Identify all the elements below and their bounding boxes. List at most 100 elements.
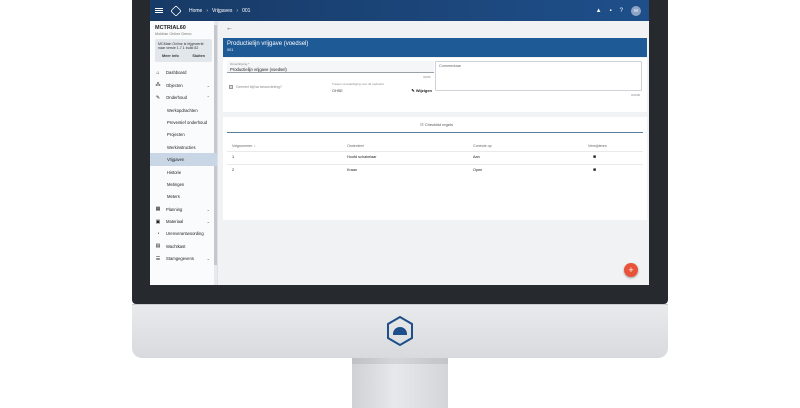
row-number: 1 [232,155,235,159]
row-check: Aan [473,155,480,159]
comment-label: Commentaar [439,64,461,68]
wrench-icon: ✎ [155,94,161,101]
breadcrumb-vrijgaves[interactable]: Vrijgaves [212,8,232,14]
chevron-down-icon: ⌄ [206,206,210,212]
chat-icon[interactable]: ▪ [610,8,612,14]
header-volgnummer[interactable]: Volgnummer ↓ [232,144,255,148]
sidebar-item-stamgegevens[interactable]: ☰ Stamgegevens ⌄ [150,253,217,265]
home-icon: ⌂ [156,69,160,76]
avatar[interactable]: M [631,5,641,16]
sidebar-item-objecten[interactable]: ⁂ Objecten ⌄ [150,79,217,91]
sidebar-item-label: Meters [167,194,180,200]
breadcrumb-home[interactable]: Home [189,8,202,14]
sidebar-item-label: Vrijgaven [167,157,185,163]
chevron-down-icon: ⌄ [206,219,210,225]
clock-icon: ◔ [156,230,160,237]
sidebar-item-label: Wachtkast [166,243,186,249]
checkbox-label: Gereed bij/na beoordeling? [236,85,282,89]
menu-icon[interactable] [155,7,163,14]
omschrijving-label: Omschrijving * [230,62,250,66]
checklist-card: ☷ Checklist regels Volgnummer ↓ Onderdee… [223,117,647,220]
sidebar-item-onderhoud[interactable]: ✎ Onderhoud ⌃ [150,91,217,103]
chevron-right-icon: › [206,7,209,14]
chevron-down-icon: ⌄ [206,82,210,88]
sidebar: MCTRIAL60 Mobilan Online Demo MCMain Onl… [150,21,218,285]
topbar-actions: ▲ ▪ ? M [596,5,641,16]
sidebar-item-label: Werkopdrachten [167,107,198,113]
sidebar-item-werkopdrachten[interactable]: Werkopdrachten [150,104,217,116]
header-controle[interactable]: Controle op [473,144,492,148]
sidebar-item-label: Preventief onderhoud [167,119,208,125]
app-logo-icon[interactable] [170,4,182,17]
sidebar-item-planning[interactable]: ▦ Planning ⌄ [150,203,217,215]
gereed-checkbox[interactable]: Gereed bij/na beoordeling? [229,85,282,89]
header-onderdeel[interactable]: Onderdeel [347,144,364,148]
breadcrumb-current: 001 [242,7,251,14]
comment-counter: 0/4000 [631,93,641,97]
table-row[interactable]: 1 Hoofd schakelaar Aan ■ [227,151,643,163]
trash-icon[interactable]: ■ [593,167,596,173]
more-info-button[interactable]: Meer info [162,54,179,59]
back-arrow-icon[interactable]: ← [226,25,233,32]
omschrijving-value: Productielijn vrijgave (voedsel) [230,67,287,72]
row-check: Open [473,168,483,172]
tab-underline [227,132,643,133]
close-notice-button[interactable]: Sluiten [192,54,205,59]
row-part: Kraan [347,168,358,172]
sidebar-item-label: Stamgegevens [166,256,194,262]
app-screen: Home › Vrijgaves › 001 ▲ ▪ ? M MCTRIAL60… [150,0,649,285]
brand-logo-icon [387,316,413,346]
chevron-up-icon: ⌃ [206,95,210,101]
sidebar-item-werkinstructies[interactable]: Werkinstructies [150,141,217,153]
comment-textarea[interactable]: Commentaar [435,61,642,91]
sidebar-item-metingen[interactable]: Metingen [150,178,217,190]
sidebar-item-urenverantwoording[interactable]: ◔ Urenverantwoording [150,228,217,240]
sidebar-item-historie[interactable]: Historie [150,166,217,178]
sort-arrow-icon: ↓ [253,144,255,148]
sidebar-item-label: Planning [166,206,183,212]
alert-icon[interactable]: ▲ [596,8,602,14]
plan-label: Tussen vervaardiging voor dit opdracht [332,82,384,86]
sidebar-item-label: Metingen [167,181,185,187]
sidebar-item-label: Werkinstructies [167,144,196,150]
chevron-down-icon: ⌄ [206,256,210,262]
hierarchy-icon: ⁂ [155,82,161,89]
edit-button[interactable]: ✎ Wijzigen [411,88,432,93]
header-verwijderen: Verwijderen [588,144,607,148]
sidebar-item-materiaal[interactable]: ▣ Materiaal ⌄ [150,215,217,227]
sidebar-item-label: Projecten [167,132,185,138]
omschrijving-field[interactable]: Omschrijving * Productielijn vrijgave (v… [227,61,434,73]
omschrijving-counter: 32/80 [423,75,431,79]
table-row[interactable]: 2 Kraan Open ■ [227,164,643,176]
main-content: ← Productielijn vrijgave (voedsel) 001 O… [220,21,647,285]
sidebar-item-meters[interactable]: Meters [150,191,217,203]
edit-button-label: Wijzigen [415,88,432,93]
monitor-stand [352,358,448,408]
header-label: Volgnummer [232,144,253,148]
sidebar-item-projecten[interactable]: Projecten [150,129,217,141]
sidebar-item-dashboard[interactable]: ⌂ Dashboard [150,67,217,79]
plus-icon: + [628,265,634,275]
checklist-title: Checklist regels [424,122,453,127]
record-header: Productielijn vrijgave (voedsel) 001 [223,38,647,57]
checkbox-icon[interactable] [229,85,233,89]
row-part: Hoofd schakelaar [347,155,377,159]
sidebar-item-label: Onderhoud [166,95,187,101]
add-button[interactable]: + [624,263,638,277]
list-icon: ☰ [155,255,161,262]
row-number: 2 [232,168,235,172]
sidebar-item-vrijgaven[interactable]: Vrijgaven [150,153,217,166]
update-notice-text: MCMain Online is bijgewerkt naar versie … [158,42,204,51]
plan-field: Tussen vervaardiging voor dit opdracht O… [332,82,432,93]
monitor-stage: Home › Vrijgaves › 001 ▲ ▪ ? M MCTRIAL60… [0,0,800,408]
form-card: Omschrijving * Productielijn vrijgave (v… [223,58,647,112]
checklist-tab[interactable]: ☷ Checklist regels [420,122,453,127]
sidebar-item-preventief-onderhoud[interactable]: Preventief onderhoud [150,116,217,128]
checklist-icon: ☷ [420,122,424,127]
sidebar-item-label: Dashboard [166,70,187,76]
sidebar-item-wachtkast[interactable]: ▤ Wachtkast [150,240,217,252]
trash-icon[interactable]: ■ [593,154,596,160]
sidebar-nav: ⌂ Dashboard ⁂ Objecten ⌄ ✎ Onderhoud ⌃ Werkop… [150,67,217,265]
plan-value: OHSE [332,88,343,93]
help-icon[interactable]: ? [620,8,623,14]
